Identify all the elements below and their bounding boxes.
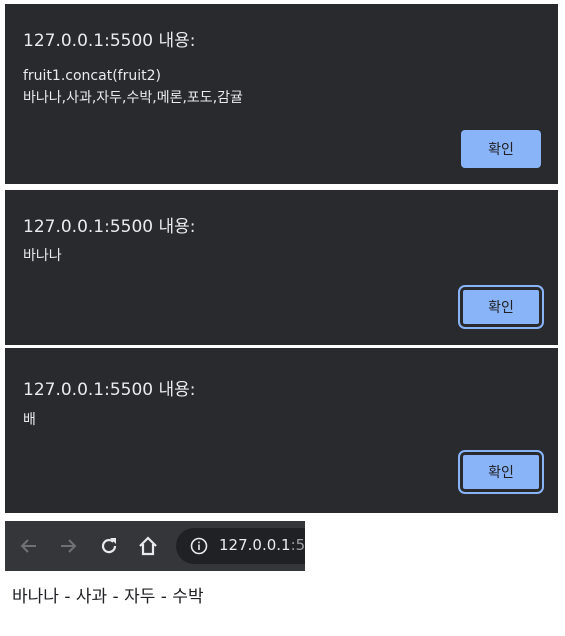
screenshot-collage: 127.0.0.1:5500 내용: fruit1.concat(fruit2)…: [0, 0, 565, 636]
dialog-message-line-1: 바나나: [23, 248, 62, 264]
ok-button[interactable]: 확인: [458, 285, 544, 329]
dialog-title: 127.0.0.1:5500 내용:: [23, 31, 196, 51]
address-bar[interactable]: 127.0.0.1:5: [176, 528, 305, 564]
dialog-title: 127.0.0.1:5500 내용:: [23, 217, 196, 237]
forward-arrow-icon[interactable]: [53, 531, 83, 561]
alert-dialog-single-value: 127.0.0.1:5500 내용: 배 확인: [5, 348, 558, 513]
dialog-message-line-1: 배: [23, 412, 36, 428]
dialog-title: 127.0.0.1:5500 내용:: [23, 380, 196, 400]
dialog-message-line-1: fruit1.concat(fruit2): [23, 68, 161, 84]
url-port: :5: [290, 536, 305, 554]
back-arrow-icon[interactable]: [14, 531, 44, 561]
url-text: 127.0.0.1:5: [219, 536, 305, 554]
divider: [5, 184, 558, 186]
dialog-message-line-2: 바나나,사과,자두,수박,메론,포도,감귤: [23, 90, 243, 106]
alert-dialog-concat: 127.0.0.1:5500 내용: fruit1.concat(fruit2)…: [5, 4, 558, 184]
ok-button[interactable]: 확인: [458, 450, 544, 494]
ok-button[interactable]: 확인: [461, 130, 541, 168]
page-output-text: 바나나 - 사과 - 자두 - 수박: [12, 587, 204, 607]
browser-toolbar: 127.0.0.1:5: [5, 521, 305, 571]
alert-dialog-first-element: 127.0.0.1:5500 내용: 바나나 확인: [5, 190, 558, 345]
reload-icon[interactable]: [94, 531, 124, 561]
info-icon[interactable]: [190, 537, 208, 555]
url-host: 127.0.0.1: [219, 536, 291, 554]
divider: [5, 345, 558, 347]
home-icon[interactable]: [133, 531, 163, 561]
